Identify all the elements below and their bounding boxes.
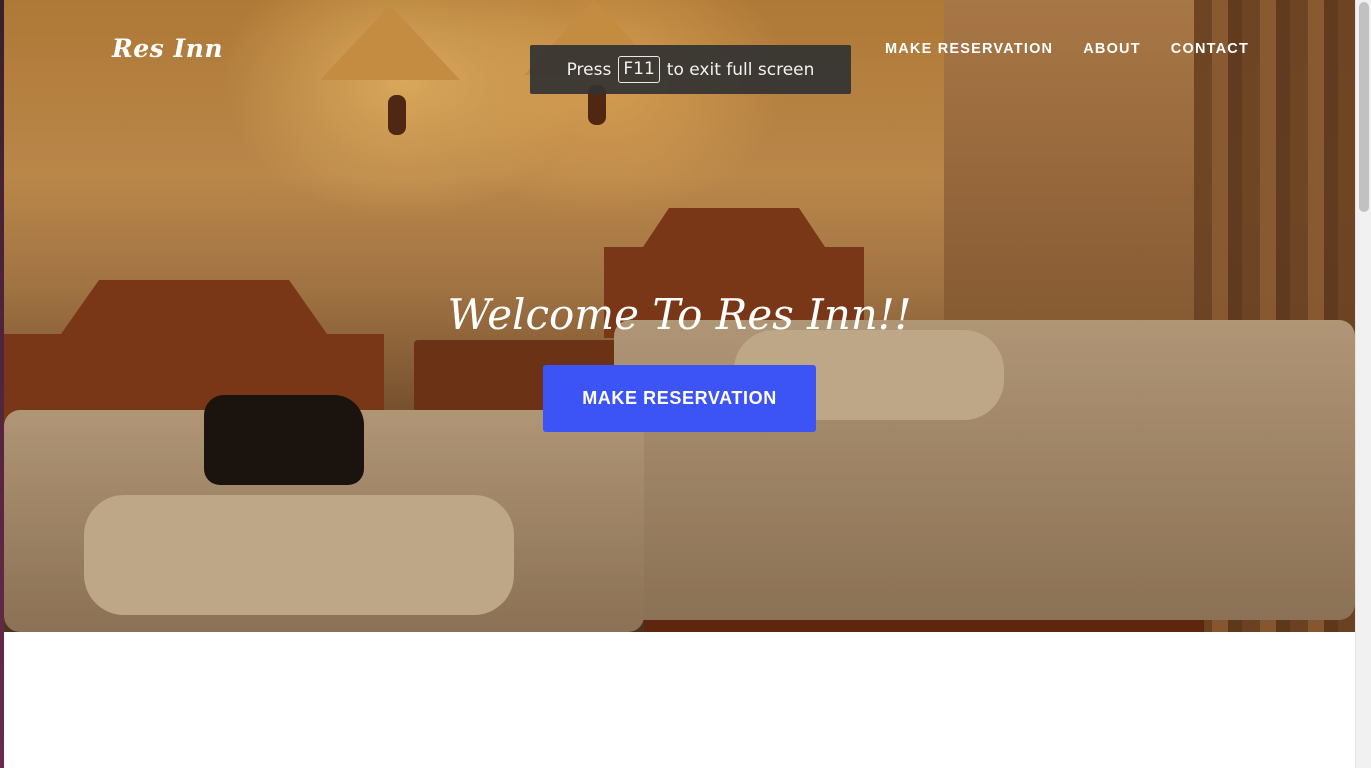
make-reservation-button[interactable]: MAKE RESERVATION [543,365,816,432]
f11-key-badge: F11 [618,56,660,83]
scrollbar-thumb[interactable] [1359,2,1369,212]
nav-about[interactable]: ABOUT [1083,41,1141,57]
vertical-scrollbar[interactable] [1355,0,1371,768]
hero-section: Res Inn MAKE RESERVATION ABOUT CONTACT W… [4,0,1355,632]
page: Res Inn MAKE RESERVATION ABOUT CONTACT W… [4,0,1355,768]
brand-logo[interactable]: Res Inn [112,34,223,63]
nav-make-reservation[interactable]: MAKE RESERVATION [885,41,1053,57]
nav-contact[interactable]: CONTACT [1171,41,1249,57]
fullscreen-notice: Press F11 to exit full screen [530,45,851,94]
main-nav: MAKE RESERVATION ABOUT CONTACT [885,41,1249,57]
hero-title: Welcome To Res Inn!! [447,290,912,339]
fullscreen-notice-suffix: to exit full screen [666,59,815,80]
fullscreen-notice-prefix: Press [566,59,612,80]
